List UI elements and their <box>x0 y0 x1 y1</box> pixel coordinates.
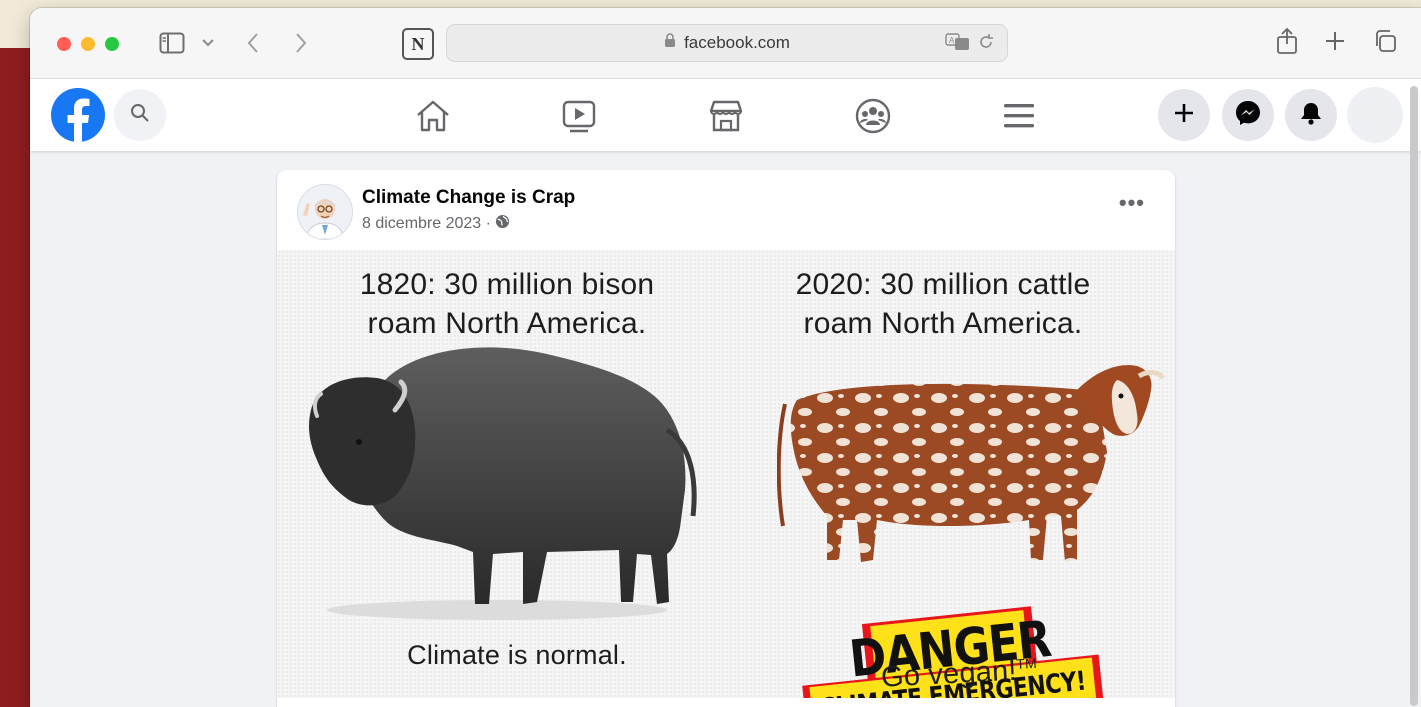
post-date[interactable]: 8 dicembre 2023 · <box>362 215 491 233</box>
page-scrollbar[interactable] <box>1410 86 1418 706</box>
notifications-button[interactable] <box>1285 89 1337 141</box>
nav-video-icon[interactable] <box>558 95 600 137</box>
account-avatar[interactable] <box>1347 87 1403 143</box>
left-caption: 1820: 30 million bison roam North Americ… <box>337 265 677 343</box>
browser-toolbar: N facebook.com A <box>30 8 1421 79</box>
nav-groups-icon[interactable] <box>852 95 894 137</box>
post-author[interactable]: Climate Change is Crap <box>362 187 575 209</box>
facebook-header <box>30 79 1421 152</box>
browser-window: N facebook.com A Climate Change is Crap … <box>30 8 1421 707</box>
nav-marketplace-icon[interactable] <box>705 95 747 137</box>
nav-menu-icon[interactable] <box>998 95 1040 137</box>
post-card: Climate Change is Crap 8 dicembre 2023 ·… <box>277 170 1175 707</box>
sidebar-icon[interactable] <box>158 30 186 56</box>
share-icon[interactable] <box>1274 26 1300 56</box>
messenger-button[interactable] <box>1222 89 1274 141</box>
notion-icon[interactable]: N <box>402 28 434 60</box>
reload-icon[interactable] <box>977 33 995 56</box>
post-image[interactable]: 1820: 30 million bison roam North Americ… <box>277 250 1175 698</box>
chevron-down-icon[interactable] <box>200 34 216 52</box>
search-icon <box>130 103 150 128</box>
right-caption: 2020: 30 million cattle roam North Ameri… <box>763 265 1123 343</box>
page-avatar[interactable] <box>297 184 353 240</box>
minimize-window-button[interactable] <box>81 37 95 51</box>
create-button[interactable] <box>1158 89 1210 141</box>
cow-illustration <box>777 365 1166 562</box>
right-caption-line1: 2020: 30 million cattle <box>795 268 1091 301</box>
trademark-text: TM <box>1015 654 1038 672</box>
translate-icon[interactable]: A <box>945 33 971 56</box>
messenger-icon <box>1235 100 1261 131</box>
forward-icon[interactable] <box>290 30 312 56</box>
left-footer-caption: Climate is normal. <box>407 640 627 670</box>
left-caption-line1: 1820: 30 million bison <box>359 268 655 301</box>
back-icon[interactable] <box>242 30 264 56</box>
zoom-window-button[interactable] <box>105 37 119 51</box>
tabs-overview-icon[interactable] <box>1372 28 1398 54</box>
post-meta: 8 dicembre 2023 · <box>362 214 510 234</box>
right-caption-line2: roam North America. <box>803 307 1083 340</box>
globe-icon <box>495 214 510 234</box>
new-tab-icon[interactable] <box>1322 28 1348 54</box>
facebook-logo-icon[interactable] <box>51 88 105 142</box>
url-text: facebook.com <box>684 33 790 52</box>
close-window-button[interactable] <box>57 37 71 51</box>
bison-illustration <box>309 347 697 620</box>
notion-letter: N <box>411 33 425 54</box>
left-caption-line2: roam North America. <box>367 307 647 340</box>
bell-icon <box>1300 101 1322 130</box>
plus-icon <box>1173 102 1195 129</box>
lock-icon <box>664 33 676 53</box>
nav-home-icon[interactable] <box>412 95 454 137</box>
svg-text:A: A <box>949 36 955 45</box>
search-button[interactable] <box>114 89 166 141</box>
address-bar[interactable]: facebook.com A <box>446 24 1008 62</box>
go-vegan-text: Go vegan! <box>880 654 1018 694</box>
post-options-button[interactable]: ••• <box>1119 190 1145 216</box>
